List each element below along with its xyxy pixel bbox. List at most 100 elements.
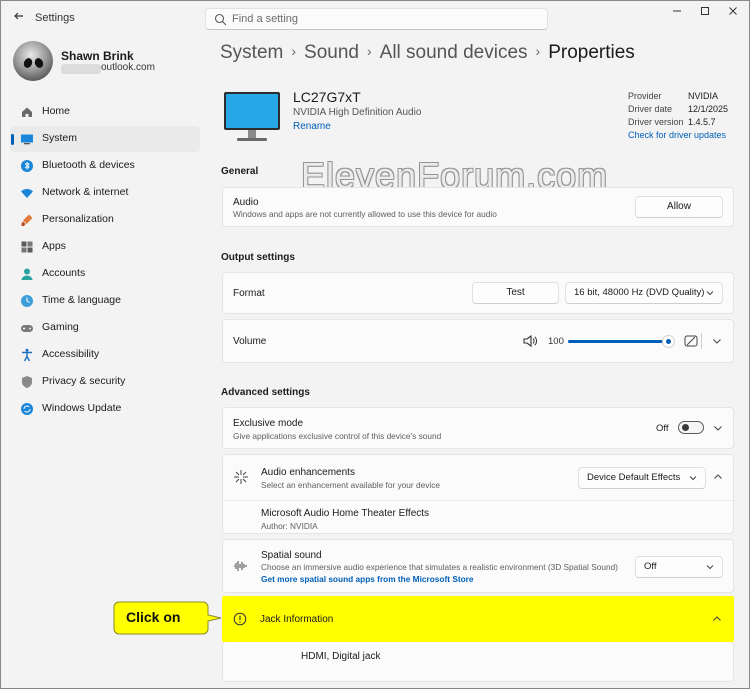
section-general-title: General <box>221 166 259 177</box>
page-title: Properties <box>548 42 635 63</box>
sparkle-icon <box>234 470 248 484</box>
close-button[interactable] <box>719 4 747 20</box>
chevron-up-icon[interactable] <box>713 472 723 482</box>
title-bar: Settings Find a setting <box>1 1 749 35</box>
profile-email: outlook.com <box>101 62 155 73</box>
chevron-down-icon <box>706 291 714 296</box>
search-placeholder: Find a setting <box>232 13 299 25</box>
sidebar-item-personalization[interactable]: Personalization <box>10 207 200 233</box>
waveform-icon <box>234 561 247 571</box>
check-driver-updates-link[interactable]: Check for driver updates <box>628 130 726 140</box>
brush-icon <box>21 214 33 226</box>
breadcrumb-sound[interactable]: Sound <box>304 42 359 63</box>
effect-title: Microsoft Audio Home Theater Effects <box>261 508 430 519</box>
mono-audio-icon[interactable] <box>683 334 699 348</box>
spatial-sound-card: Spatial sound Choose an immersive audio … <box>222 539 734 593</box>
network-icon <box>21 189 33 198</box>
rename-link[interactable]: Rename <box>293 121 331 132</box>
callout-text: Click on <box>126 609 181 625</box>
volume-slider-track[interactable] <box>568 340 668 343</box>
divider <box>701 333 702 349</box>
search-input[interactable]: Find a setting <box>205 8 548 30</box>
app-title: Settings <box>35 12 75 24</box>
jack-value: HDMI, Digital jack <box>301 651 381 662</box>
provider-label: Provider <box>628 91 662 101</box>
device-name: LC27G7xT <box>293 89 361 105</box>
jack-information-row[interactable]: Jack Information <box>222 596 734 642</box>
spatial-value: Off <box>644 561 657 572</box>
spatial-desc: Choose an immersive audio experience tha… <box>261 562 618 572</box>
sidebar-item-home[interactable]: Home <box>10 99 200 125</box>
sidebar-item-privacy-security[interactable]: Privacy & security <box>10 369 200 395</box>
chevron-down-icon <box>706 565 714 570</box>
apps-icon <box>21 241 33 253</box>
chevron-down-icon[interactable] <box>713 423 723 433</box>
sidebar-item-windows-update[interactable]: Windows Update <box>10 396 200 422</box>
close-icon <box>729 7 737 15</box>
update-icon <box>21 403 33 415</box>
allow-button[interactable]: Allow <box>635 196 723 218</box>
breadcrumb-system[interactable]: System <box>220 42 283 63</box>
jack-title: Jack Information <box>260 614 334 625</box>
sidebar-item-label: Home <box>42 105 71 117</box>
enhancements-dropdown[interactable]: Device Default Effects <box>578 467 706 489</box>
test-button[interactable]: Test <box>472 282 559 304</box>
sidebar-item-apps[interactable]: Apps <box>10 234 200 260</box>
audio-card: Audio Windows and apps are not currently… <box>222 187 734 227</box>
chevron-down-icon[interactable] <box>712 336 722 346</box>
jack-details: HDMI, Digital jack <box>222 642 734 682</box>
chevron-down-icon <box>689 476 697 481</box>
sidebar-item-label: Apps <box>42 240 66 252</box>
format-dropdown[interactable]: 16 bit, 48000 Hz (DVD Quality) <box>565 282 723 304</box>
minimize-button[interactable] <box>663 4 691 20</box>
time-language-icon <box>21 295 33 307</box>
sidebar-item-label: Gaming <box>42 321 79 333</box>
sidebar-item-accessibility[interactable]: Accessibility <box>10 342 200 368</box>
gaming-icon <box>21 325 33 332</box>
maximize-button[interactable] <box>691 4 719 20</box>
spatial-title: Spatial sound <box>261 550 322 561</box>
exclusive-state: Off <box>656 423 669 434</box>
enhancements-value: Device Default Effects <box>587 472 681 483</box>
sidebar-item-system[interactable]: System <box>10 126 200 152</box>
shield-icon <box>22 376 32 388</box>
format-title: Format <box>233 288 265 299</box>
sidebar-item-accounts[interactable]: Accounts <box>10 261 200 287</box>
sidebar-item-bluetooth[interactable]: Bluetooth & devices <box>10 153 200 179</box>
accessibility-icon <box>22 348 32 362</box>
format-value: 16 bit, 48000 Hz (DVD Quality) <box>574 287 705 298</box>
divider <box>223 500 733 501</box>
sidebar-item-network[interactable]: Network & internet <box>10 180 200 206</box>
sidebar-item-label: Windows Update <box>42 402 122 414</box>
sidebar-item-label: Accessibility <box>42 348 100 360</box>
back-button[interactable] <box>9 10 29 26</box>
back-arrow-icon <box>14 12 23 20</box>
monitor-icon <box>224 92 280 141</box>
email-redaction <box>61 64 101 74</box>
volume-slider-thumb[interactable] <box>663 336 674 347</box>
sidebar-item-label: Bluetooth & devices <box>42 159 135 171</box>
sidebar-item-label: Network & internet <box>42 186 129 198</box>
chevron-right-icon: › <box>366 43 372 59</box>
sidebar-item-label: Privacy & security <box>42 375 126 387</box>
enhancements-title: Audio enhancements <box>261 467 355 478</box>
sidebar-item-time-language[interactable]: Time & language <box>10 288 200 314</box>
spatial-dropdown[interactable]: Off <box>635 556 723 578</box>
audio-desc: Windows and apps are not currently allow… <box>233 209 497 219</box>
chevron-up-icon[interactable] <box>712 614 722 624</box>
exclusive-title: Exclusive mode <box>233 418 304 429</box>
avatar[interactable] <box>13 41 53 81</box>
section-advanced-title: Advanced settings <box>221 387 310 398</box>
sidebar-item-gaming[interactable]: Gaming <box>10 315 200 341</box>
settings-window: Settings Find a setting Shawn Brink outl… <box>0 0 750 689</box>
speaker-icon[interactable] <box>522 334 538 348</box>
spatial-store-link[interactable]: Get more spatial sound apps from the Mic… <box>261 574 474 584</box>
sidebar-item-label: System <box>42 132 78 144</box>
sidebar-item-label: Time & language <box>42 294 121 306</box>
bluetooth-icon <box>21 160 33 172</box>
driver-version-value: 1.4.5.7 <box>688 117 716 127</box>
breadcrumb-all-sound-devices[interactable]: All sound devices <box>380 42 528 63</box>
profile-name: Shawn Brink <box>61 49 134 63</box>
exclusive-mode-toggle[interactable] <box>678 421 704 434</box>
volume-value: 100 <box>548 336 564 347</box>
